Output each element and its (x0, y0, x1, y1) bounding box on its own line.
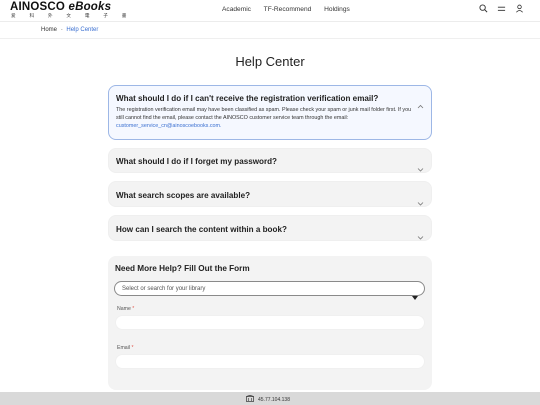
user-icon[interactable] (515, 4, 524, 13)
faq-answer: The registration verification email may … (116, 106, 420, 130)
nav-tf-recommend[interactable]: TF-Recommend (264, 6, 312, 13)
search-icon[interactable] (479, 4, 488, 13)
site-logo[interactable]: AINOSCO eBooks 爱 科 外 文 電 子 書 (10, 1, 133, 20)
library-select-placeholder: Select or search for your library (122, 286, 206, 292)
breadcrumb-home[interactable]: Home (41, 27, 57, 33)
required-mark: * (131, 345, 134, 351)
logo-subtitle: 爱 科 外 文 電 子 書 (11, 14, 133, 19)
page-title: Help Center (235, 54, 305, 69)
building-icon (246, 394, 254, 404)
ip-display: 45.77.104.138 (246, 394, 290, 404)
menu-icon[interactable] (497, 5, 506, 13)
name-label: Name * (117, 306, 134, 312)
ip-address: 45.77.104.138 (258, 396, 290, 403)
email-label-text: Email (117, 345, 130, 351)
library-select[interactable]: Select or search for your library (114, 281, 425, 300)
nav-academic[interactable]: Academic (222, 6, 251, 13)
faq-question[interactable]: What search scopes are available? (116, 191, 250, 200)
form-title: Need More Help? Fill Out the Form (115, 264, 250, 273)
email-label: Email * (117, 345, 133, 351)
breadcrumb-current: Help Center (66, 27, 99, 33)
caret-down-icon[interactable] (412, 287, 418, 305)
name-label-text: Name (117, 306, 131, 312)
help-form: Need More Help? Fill Out the Form Select… (108, 256, 432, 390)
chevron-down-icon[interactable] (417, 193, 424, 211)
faq-question[interactable]: What should I do if I forget my password… (116, 157, 277, 166)
main-nav: Academic TF-Recommend Holdings (222, 6, 361, 13)
logo-ebooks: eBooks (68, 1, 112, 13)
breadcrumb-bar: Home - Help Center (0, 22, 540, 39)
ip-status-bar: 45.77.104.138 (0, 392, 540, 405)
faq-item-forgot-password[interactable]: What should I do if I forget my password… (108, 148, 432, 173)
support-email-link[interactable]: customer_service_cn@ainoscoebooks.com. (116, 123, 222, 129)
faq-item-search-within-book[interactable]: How can I search the content within a bo… (108, 215, 432, 241)
breadcrumb: Home - Help Center (41, 27, 98, 33)
faq-question[interactable]: How can I search the content within a bo… (116, 225, 287, 234)
required-mark: * (132, 306, 135, 312)
faq-item-verification-email[interactable]: What should I do if I can't receive the … (108, 85, 432, 140)
header-icons (479, 4, 524, 13)
faq-question[interactable]: What should I do if I can't receive the … (116, 94, 378, 103)
nav-holdings[interactable]: Holdings (324, 6, 350, 13)
chevron-down-icon[interactable] (417, 227, 424, 245)
faq-item-search-scopes[interactable]: What search scopes are available? (108, 181, 432, 207)
chevron-down-icon[interactable] (417, 159, 424, 177)
faq-answer-text: The registration verification email may … (116, 107, 412, 121)
name-field[interactable] (115, 315, 425, 330)
email-field[interactable] (115, 354, 425, 369)
logo-wordmark: AINOSCO (10, 1, 66, 13)
breadcrumb-separator: - (60, 27, 63, 33)
top-navbar: AINOSCO eBooks 爱 科 外 文 電 子 書 Academic TF… (0, 0, 540, 22)
